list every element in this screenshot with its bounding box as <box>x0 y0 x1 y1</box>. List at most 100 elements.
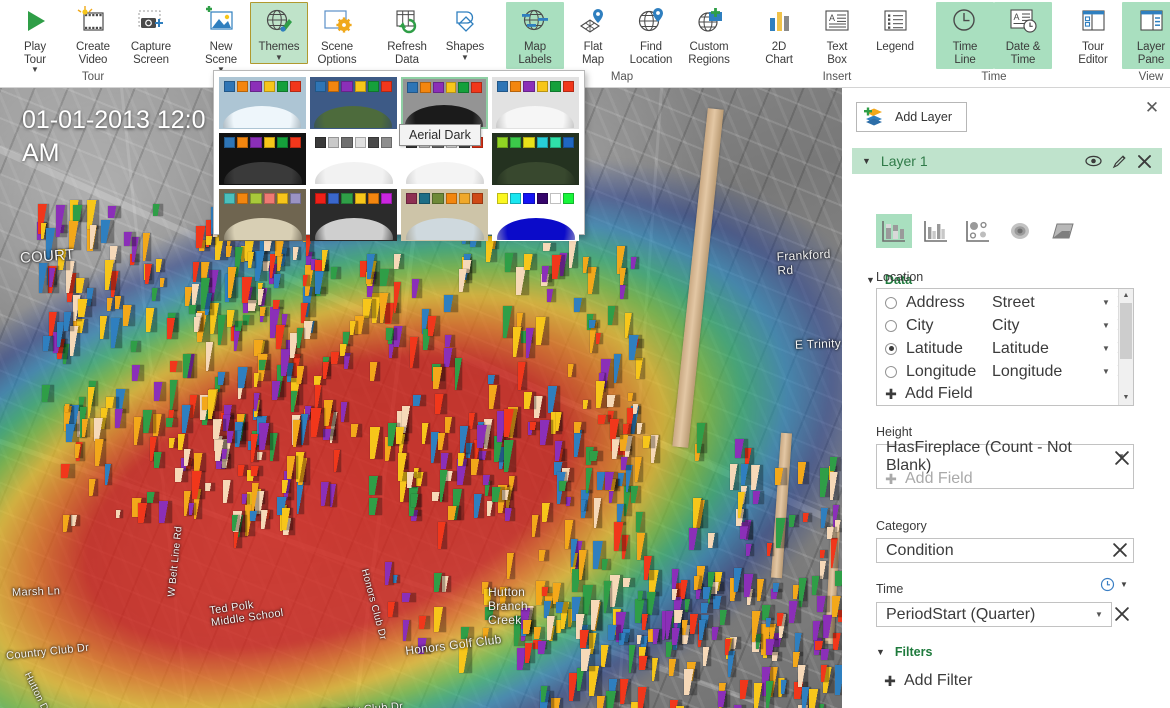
data-column-marker[interactable] <box>255 251 268 281</box>
data-column-marker[interactable] <box>820 550 828 558</box>
data-column-marker[interactable] <box>642 614 650 630</box>
data-column-marker[interactable] <box>301 414 309 445</box>
data-column-marker[interactable] <box>282 508 293 530</box>
data-column-marker[interactable] <box>69 221 81 250</box>
data-column-marker[interactable] <box>730 464 739 490</box>
location-row[interactable]: CityCity▼ <box>877 314 1133 337</box>
data-column-marker[interactable] <box>82 419 90 438</box>
data-column-marker[interactable] <box>419 616 430 629</box>
data-column-marker[interactable] <box>583 257 592 273</box>
data-column-marker[interactable] <box>205 483 215 492</box>
ribbon-button-refresh-data[interactable]: Refresh Data <box>378 2 436 69</box>
data-column-marker[interactable] <box>735 439 748 458</box>
data-column-marker[interactable] <box>766 681 775 708</box>
data-column-marker[interactable] <box>411 494 422 507</box>
data-column-marker[interactable] <box>412 279 422 299</box>
data-column-marker[interactable] <box>206 342 214 370</box>
data-column-marker[interactable] <box>260 307 268 316</box>
data-column-marker[interactable] <box>89 479 98 496</box>
data-column-marker[interactable] <box>701 603 713 613</box>
data-column-marker[interactable] <box>166 418 179 427</box>
data-column-marker[interactable] <box>817 596 830 612</box>
data-column-marker[interactable] <box>251 466 263 476</box>
data-column-marker[interactable] <box>552 255 565 279</box>
data-column-marker[interactable] <box>579 550 587 580</box>
add-filter-button[interactable]: ✚ Add Filter <box>876 670 972 692</box>
data-column-marker[interactable] <box>458 453 468 466</box>
data-column-marker[interactable] <box>272 381 285 400</box>
data-column-marker[interactable] <box>273 300 284 309</box>
data-column-marker[interactable] <box>145 264 154 284</box>
data-column-marker[interactable] <box>518 362 527 390</box>
layer-collapse-icon[interactable]: ▼ <box>862 156 871 166</box>
data-column-marker[interactable] <box>460 426 470 454</box>
data-column-marker[interactable] <box>604 581 611 613</box>
data-column-marker[interactable] <box>830 472 839 500</box>
data-column-marker[interactable] <box>734 568 744 591</box>
data-column-marker[interactable] <box>435 394 447 414</box>
data-column-marker[interactable] <box>713 596 726 609</box>
data-column-marker[interactable] <box>553 583 564 604</box>
data-column-marker[interactable] <box>610 575 623 607</box>
ribbon-button-capture-screen[interactable]: Capture Screen <box>122 2 180 69</box>
data-column-marker[interactable] <box>589 320 600 328</box>
data-column-marker[interactable] <box>438 522 447 550</box>
theme-sepia[interactable] <box>219 189 306 241</box>
data-column-marker[interactable] <box>248 252 256 268</box>
chevron-down-icon[interactable]: ▼ <box>461 54 469 61</box>
ribbon-button-play-tour[interactable]: Play Tour▼ <box>6 2 64 76</box>
data-column-marker[interactable] <box>131 341 141 352</box>
ribbon-button-2d-chart[interactable]: 2D Chart <box>750 2 808 69</box>
data-column-marker[interactable] <box>559 481 571 491</box>
data-column-marker[interactable] <box>694 576 703 590</box>
data-column-marker[interactable] <box>831 538 838 568</box>
data-column-marker[interactable] <box>301 303 310 323</box>
data-column-marker[interactable] <box>193 262 201 282</box>
data-column-marker[interactable] <box>684 669 696 695</box>
data-column-marker[interactable] <box>798 462 809 484</box>
data-column-marker[interactable] <box>708 533 718 547</box>
data-column-marker[interactable] <box>178 434 188 450</box>
data-column-marker[interactable] <box>153 204 163 215</box>
data-column-marker[interactable] <box>516 267 529 295</box>
data-column-marker[interactable] <box>418 638 432 655</box>
data-column-marker[interactable] <box>718 691 730 707</box>
data-column-marker[interactable] <box>232 515 240 530</box>
data-column-marker[interactable] <box>746 544 754 556</box>
data-column-marker[interactable] <box>369 476 382 495</box>
data-column-marker[interactable] <box>798 665 808 687</box>
data-column-marker[interactable] <box>539 550 549 562</box>
data-column-marker[interactable] <box>259 360 270 370</box>
data-column-marker[interactable] <box>776 518 788 548</box>
data-column-marker[interactable] <box>766 618 774 627</box>
data-column-marker[interactable] <box>459 641 472 673</box>
data-column-marker[interactable] <box>534 396 546 418</box>
themes-gallery-dropdown[interactable] <box>213 70 585 235</box>
data-column-marker[interactable] <box>672 628 683 646</box>
data-column-marker[interactable] <box>90 225 99 249</box>
data-column-marker[interactable] <box>485 607 499 620</box>
data-column-marker[interactable] <box>536 317 549 345</box>
data-column-marker[interactable] <box>341 402 350 422</box>
data-column-marker[interactable] <box>530 422 540 430</box>
data-column-marker[interactable] <box>146 308 157 332</box>
data-column-marker[interactable] <box>154 382 167 400</box>
data-column-marker[interactable] <box>227 310 238 326</box>
location-row[interactable]: LatitudeLatitude▼ <box>877 337 1133 360</box>
scroll-up-icon[interactable]: ▲ <box>1119 289 1133 303</box>
data-column-marker[interactable] <box>574 298 586 312</box>
layer-header[interactable]: ▼ Layer 1 <box>852 148 1162 174</box>
data-column-marker[interactable] <box>513 327 523 357</box>
data-column-marker[interactable] <box>556 602 568 613</box>
data-column-marker[interactable] <box>413 395 426 406</box>
data-column-marker[interactable] <box>293 247 301 260</box>
data-column-marker[interactable] <box>629 645 636 673</box>
theme-high-contrast-dark[interactable] <box>310 189 397 241</box>
data-column-marker[interactable] <box>287 456 298 479</box>
data-column-marker[interactable] <box>218 372 229 385</box>
data-column-marker[interactable] <box>637 423 645 434</box>
data-column-marker[interactable] <box>251 434 259 463</box>
data-column-marker[interactable] <box>238 465 248 475</box>
data-column-marker[interactable] <box>132 365 145 381</box>
data-column-marker[interactable] <box>259 423 273 451</box>
